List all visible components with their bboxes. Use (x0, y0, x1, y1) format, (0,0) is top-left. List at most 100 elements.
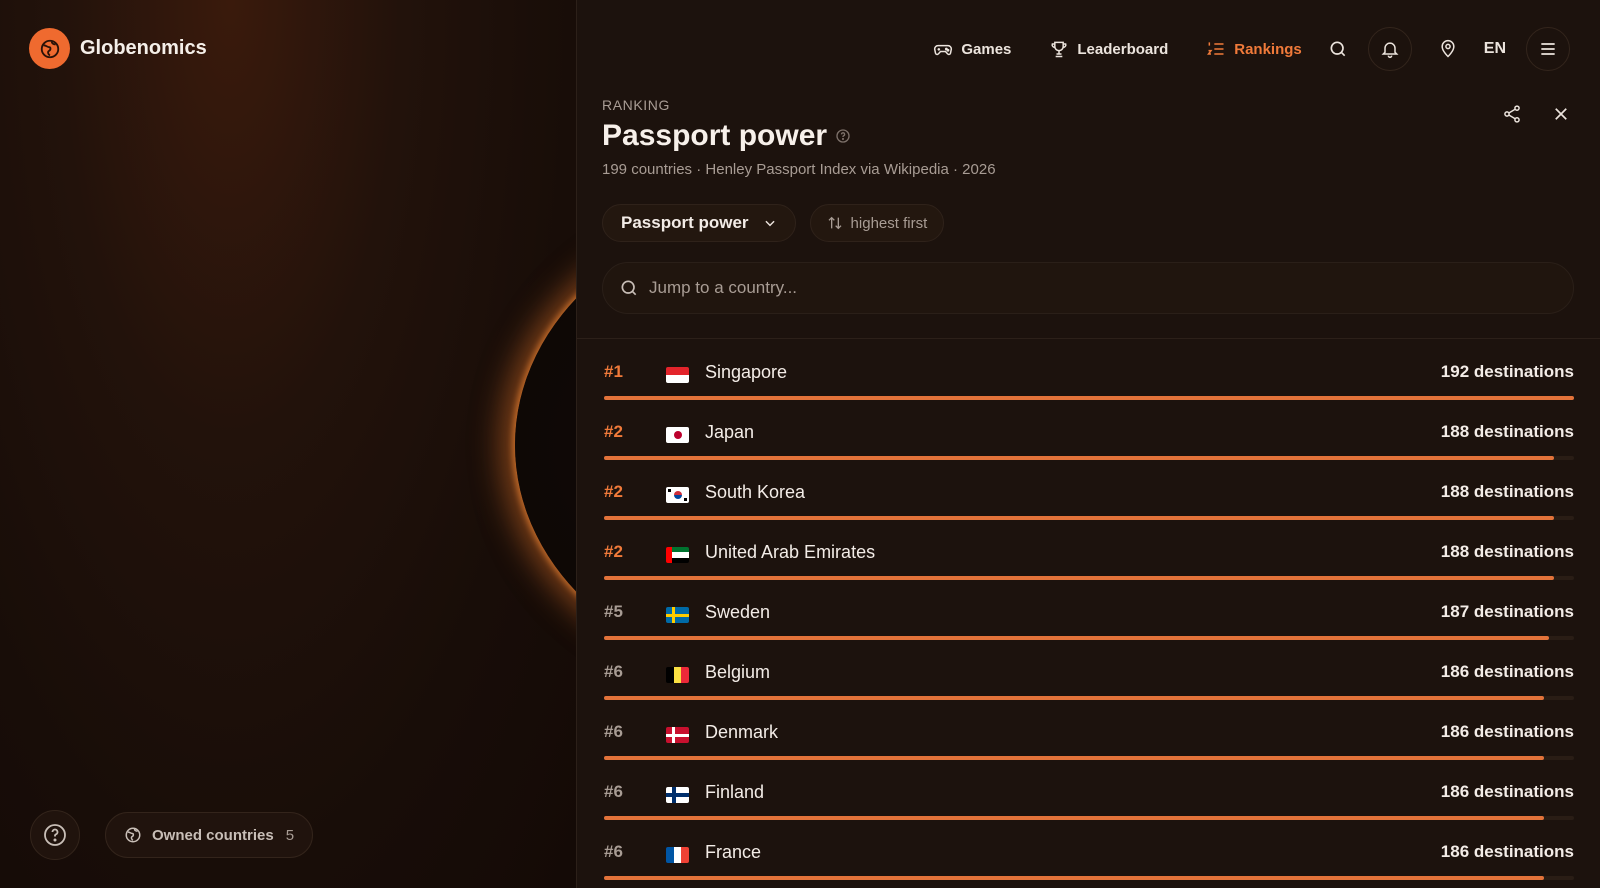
ranking-list: #1 Singapore 192 destinations #2 Japan 188 de… (604, 356, 1574, 888)
search-icon (1330, 41, 1346, 57)
rank-number: #6 (604, 782, 623, 801)
brand[interactable]: Globenomics (29, 28, 207, 69)
ranking-row[interactable]: #5 Sweden 187 destinations (604, 596, 1574, 656)
rank-number: #1 (604, 362, 623, 381)
rankings-panel: Games Leaderboard Rankings EN RANKING Pa… (576, 0, 1600, 888)
trophy-icon (1051, 41, 1067, 58)
close-icon (1555, 108, 1567, 120)
ranking-row[interactable]: #6 France 186 destinations (604, 836, 1574, 888)
info-icon[interactable] (835, 128, 851, 144)
value-bar-track (604, 396, 1574, 400)
map-pin-icon (1441, 39, 1455, 58)
rank-number: #5 (604, 602, 623, 621)
ranking-row[interactable]: #6 Finland 186 destinations (604, 776, 1574, 836)
value-bar-fill (604, 816, 1544, 820)
chevron-down-icon (764, 220, 775, 227)
rank-number: #6 (604, 722, 623, 741)
country-name: France (705, 842, 762, 862)
metric-select[interactable]: Passport power (602, 204, 796, 242)
nav-games[interactable]: Games (933, 39, 1011, 59)
question-circle-icon (44, 824, 66, 846)
country-search-input[interactable] (649, 278, 1573, 298)
ranking-row[interactable]: #2 South Korea 188 destinations (604, 476, 1574, 536)
flag-jp-icon (666, 427, 689, 443)
nav-leaderboard[interactable]: Leaderboard (1049, 39, 1168, 59)
value-bar-track (604, 516, 1574, 520)
owned-countries-label: Owned countries (152, 826, 274, 844)
country-name: Finland (705, 782, 765, 802)
flag-fi-icon (666, 787, 689, 803)
divider (577, 338, 1600, 339)
rank-number: #6 (604, 842, 623, 861)
sort-arrows-icon (828, 216, 842, 230)
country-name: Belgium (705, 662, 771, 682)
value-bar-track (604, 576, 1574, 580)
value-bar-fill (604, 756, 1544, 760)
country-value: 186 destinations (1440, 722, 1574, 741)
country-value: 188 destinations (1440, 542, 1574, 561)
flag-se-icon (666, 607, 689, 623)
ranking-row[interactable]: #6 Belgium 186 destinations (604, 656, 1574, 716)
nav-leaderboard-label: Leaderboard (1077, 40, 1169, 58)
location-button[interactable] (1438, 39, 1458, 59)
sort-label: highest first (850, 214, 928, 232)
country-name: Sweden (705, 602, 771, 622)
value-bar-track (604, 756, 1574, 760)
country-name: Japan (705, 422, 755, 442)
country-name: Denmark (705, 722, 779, 742)
flag-dk-icon (666, 727, 689, 743)
ranking-eyebrow: RANKING (602, 97, 670, 113)
nav-rankings-label: Rankings (1234, 40, 1302, 58)
country-value: 186 destinations (1440, 782, 1574, 801)
ranking-row[interactable]: #6 Denmark 186 destinations (604, 716, 1574, 776)
gamepad-icon (934, 44, 953, 56)
hamburger-menu-icon (1541, 43, 1555, 55)
search-button[interactable] (1328, 39, 1348, 59)
ranking-row[interactable]: #2 United Arab Emirates 188 destinations (604, 536, 1574, 596)
close-button[interactable] (1552, 105, 1570, 127)
rank-number: #2 (604, 542, 623, 561)
ranking-row[interactable]: #2 Japan 188 destinations (604, 416, 1574, 476)
share-icon (1504, 105, 1520, 123)
ranking-row[interactable]: #1 Singapore 192 destinations (604, 356, 1574, 416)
flag-be-icon (666, 667, 689, 683)
ranking-header: RANKING Passport power 199 countries · H… (602, 97, 996, 178)
rank-number: #2 (604, 482, 623, 501)
country-value: 188 destinations (1440, 482, 1574, 501)
flag-sg-icon (666, 367, 689, 383)
country-search (602, 262, 1574, 314)
value-bar-track (604, 636, 1574, 640)
nav-games-label: Games (961, 40, 1012, 58)
flag-kr-icon (666, 487, 689, 503)
share-button[interactable] (1502, 104, 1522, 128)
globe[interactable] (515, 210, 576, 680)
menu-button[interactable] (1526, 27, 1570, 71)
value-bar-fill (604, 696, 1544, 700)
flag-ae-icon (666, 547, 689, 563)
value-bar-fill (604, 876, 1544, 880)
sort-toggle-button[interactable]: highest first (809, 204, 945, 242)
flag-fr-icon (666, 847, 689, 863)
value-bar-track (604, 456, 1574, 460)
value-bar-fill (604, 576, 1554, 580)
notifications-button[interactable] (1367, 27, 1412, 71)
value-bar-track (604, 816, 1574, 820)
value-bar-fill (604, 636, 1549, 640)
value-bar-fill (604, 396, 1574, 400)
nav-rankings[interactable]: Rankings (1206, 39, 1302, 59)
country-value: 187 destinations (1440, 602, 1574, 621)
owned-countries-button[interactable]: Owned countries 5 (105, 812, 314, 858)
country-value: 192 destinations (1440, 362, 1574, 381)
help-button[interactable] (30, 810, 80, 860)
globe-view[interactable]: Globenomics Owned countries 5 (0, 0, 576, 888)
bell-icon (1381, 42, 1399, 59)
top-navigation: Games Leaderboard Rankings EN (895, 26, 1570, 72)
owned-countries-count: 5 (285, 826, 295, 844)
country-name: South Korea (705, 482, 806, 502)
value-bar-track (604, 696, 1574, 700)
ranking-subtitle: 199 countries · Henley Passport Index vi… (602, 161, 996, 178)
brand-name: Globenomics (80, 37, 207, 59)
country-value: 188 destinations (1440, 422, 1574, 441)
country-name: United Arab Emirates (705, 542, 876, 562)
language-selector[interactable]: EN (1484, 40, 1506, 58)
